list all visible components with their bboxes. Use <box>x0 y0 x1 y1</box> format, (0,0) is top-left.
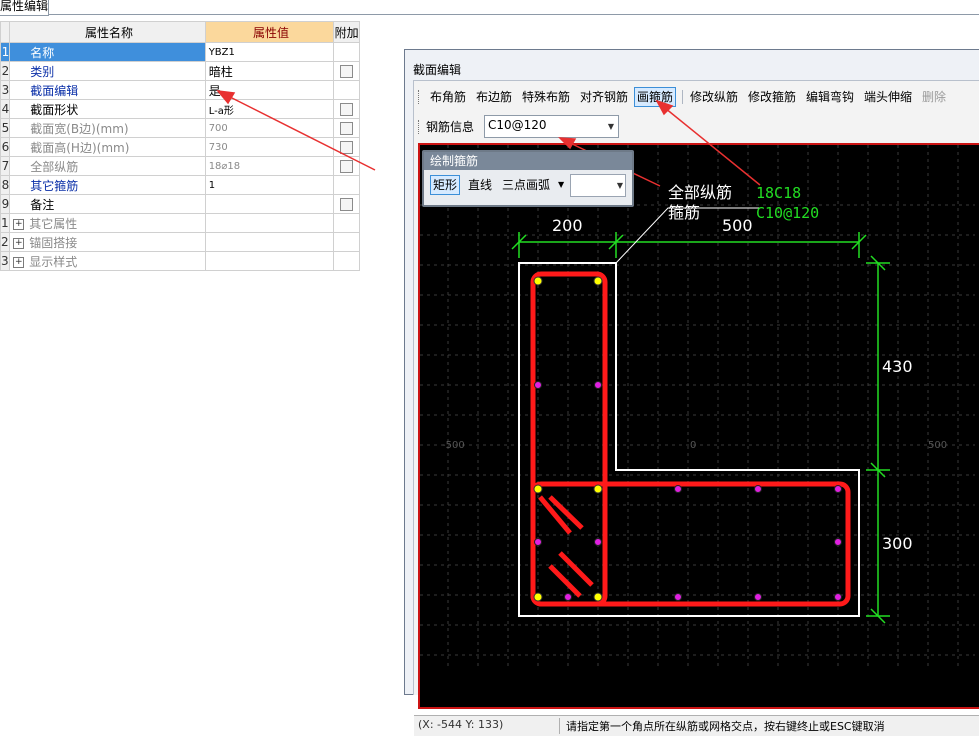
callout-label-bars: 全部纵筋 <box>668 183 732 202</box>
callout-value-stirrup: C10@120 <box>756 204 819 222</box>
stirrups <box>530 271 851 607</box>
cursor-coordinates: (X: -544 Y: 133) <box>418 718 504 731</box>
dimension-label: 200 <box>552 216 583 235</box>
stirrup-vertical <box>530 271 608 607</box>
section-drawing: -500 0 500 200 500 430 300 全部纵筋 箍筋 18C18… <box>216 90 975 670</box>
status-message: 请指定第一个角点所在纵筋或网格交点，按右键终止或ESC键取消 <box>559 718 885 734</box>
arc-dropdown-icon[interactable]: ▼ <box>556 175 566 195</box>
dimension-label: 430 <box>882 357 913 376</box>
rectangle-button[interactable]: 矩形 <box>430 175 461 195</box>
dimension-label: 500 <box>722 216 753 235</box>
arrow-line <box>227 95 376 171</box>
palette-combo[interactable]: ▼ <box>570 174 626 197</box>
arrow-line <box>664 107 761 186</box>
arrow-head-icon <box>216 90 236 105</box>
grid-label-left: -500 <box>442 440 465 451</box>
line-button[interactable]: 直线 <box>466 175 494 195</box>
arrow-head-icon <box>558 137 577 150</box>
palette-title[interactable]: 绘制箍筋 <box>424 152 632 170</box>
callout-value-bars: 18C18 <box>756 184 801 202</box>
three-point-arc-button[interactable]: 三点画弧 <box>500 175 552 195</box>
draw-stirrup-palette: 绘制箍筋 矩形 直线 三点画弧 ▼ ▼ <box>422 150 634 207</box>
grid-label-center: 0 <box>690 440 696 451</box>
callout-label-stirrup: 箍筋 <box>668 203 700 222</box>
dimension-label: 300 <box>882 534 913 553</box>
status-bar: (X: -544 Y: 133) 请指定第一个角点所在纵筋或网格交点，按右键终止… <box>414 715 979 736</box>
grid-label-right: 500 <box>928 440 947 451</box>
stirrup-horizontal <box>530 481 851 607</box>
chevron-down-icon[interactable]: ▼ <box>617 175 623 196</box>
grid <box>420 145 975 670</box>
